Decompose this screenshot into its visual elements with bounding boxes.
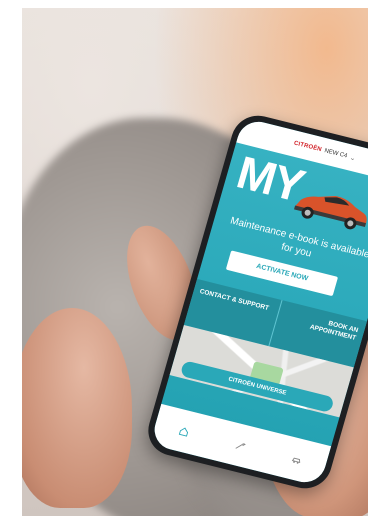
- car-icon: [292, 457, 301, 464]
- photo-background: CITROËN NEW C4 ⌄ MY Maintenance e-book i…: [22, 8, 368, 516]
- chevron-down-icon[interactable]: ⌄: [349, 154, 357, 162]
- vehicle-selector[interactable]: NEW C4: [324, 148, 348, 159]
- nav-vehicle[interactable]: [290, 453, 304, 466]
- brand-logo: CITROËN: [293, 140, 323, 154]
- home-icon: [178, 426, 188, 437]
- nav-maintenance[interactable]: [234, 439, 248, 452]
- car-image: [294, 195, 367, 230]
- nav-home[interactable]: [177, 424, 191, 437]
- tools-icon: [235, 442, 246, 449]
